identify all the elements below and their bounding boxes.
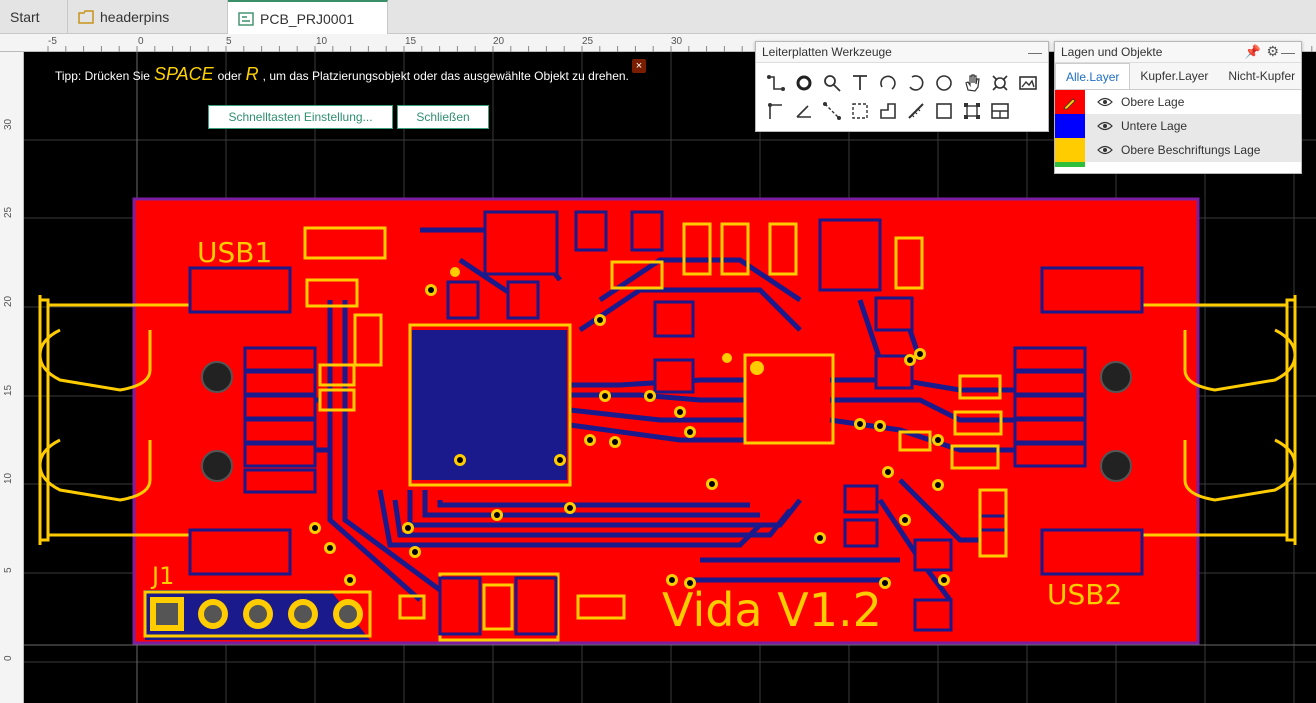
pcb-icon	[238, 11, 254, 26]
measure-tool-icon[interactable]	[902, 97, 930, 125]
pin-icon[interactable]: 📌	[1245, 44, 1261, 60]
tip-close-button[interactable]: ×	[632, 59, 646, 73]
ruler-label: 30	[3, 118, 14, 130]
ruler-label: 10	[316, 36, 328, 47]
layers-header[interactable]: Lagen und Objekte 📌 ⚙ —	[1055, 42, 1301, 63]
angle-tool-icon[interactable]	[790, 97, 818, 125]
rotate-tip: Tipp: Drücken Sie SPACE oder R , um das …	[55, 64, 629, 85]
minimize-icon[interactable]: —	[1028, 44, 1042, 60]
track-tool-icon[interactable]	[762, 69, 790, 97]
close-tip-button[interactable]: Schließen	[397, 105, 489, 129]
layers-panel: Lagen und Objekte 📌 ⚙ — Alle.Layer Kupfe…	[1054, 41, 1302, 174]
ruler-label: 20	[493, 36, 505, 47]
tip-prefix: Tipp: Drücken Sie	[55, 69, 150, 83]
arc2-tool-icon[interactable]	[902, 69, 930, 97]
ruler-label: 0	[138, 36, 144, 47]
pan-tool-icon[interactable]	[958, 69, 986, 97]
ruler-label: 25	[3, 206, 14, 218]
layer-color-swatch[interactable]	[1055, 114, 1085, 138]
route-tool-icon[interactable]	[762, 97, 790, 125]
tab-copper-layers[interactable]: Kupfer.Layer	[1130, 63, 1218, 89]
label-board-name: Vida V1.2	[662, 583, 882, 637]
tip-key-r: R	[245, 64, 259, 84]
shortcut-settings-button[interactable]: Schnelltasten Einstellung...	[208, 105, 393, 129]
copper-area-tool-icon[interactable]	[846, 97, 874, 125]
ruler-label: 5	[3, 567, 14, 573]
layer-name: Obere Beschriftungs Lage	[1121, 143, 1261, 157]
ruler-left: 30 25 20 15 10 5 0	[0, 52, 24, 703]
folder-icon	[78, 10, 94, 24]
eye-icon[interactable]	[1097, 121, 1113, 131]
eye-icon[interactable]	[1097, 145, 1113, 155]
label-j1: J1	[150, 562, 174, 590]
layer-color-swatch[interactable]	[1055, 90, 1085, 114]
minimize-icon[interactable]: —	[1281, 44, 1295, 60]
ruler-label: 15	[405, 36, 417, 47]
pencil-icon	[1063, 98, 1076, 110]
rect-tool-icon[interactable]	[930, 97, 958, 125]
tab-non-copper[interactable]: Nicht-Kupfer	[1218, 63, 1305, 89]
tab-start-label: Start	[10, 9, 40, 25]
ruler-label: 10	[3, 472, 14, 484]
ruler-label: 5	[226, 36, 232, 47]
via-tool-icon[interactable]	[818, 69, 846, 97]
tab-bar: Start headerpins PCB_PRJ0001	[0, 0, 1316, 35]
gear-icon[interactable]: ⚙	[1266, 43, 1279, 60]
ruler-label: -5	[48, 36, 57, 47]
layer-name: Obere Lage	[1121, 95, 1185, 109]
tab-pcb-project[interactable]: PCB_PRJ0001	[228, 0, 388, 35]
layer-row-top[interactable]: Obere Lage	[1055, 90, 1301, 114]
eye-icon[interactable]	[1097, 97, 1113, 107]
pcb-tools-title: Leiterplatten Werkzeuge	[762, 45, 892, 59]
layer-tabs: Alle.Layer Kupfer.Layer Nicht-Kupfer	[1055, 63, 1301, 90]
connect-tool-icon[interactable]	[818, 97, 846, 125]
ruler-label: 20	[3, 295, 14, 307]
circle-tool-icon[interactable]	[930, 69, 958, 97]
ruler-label: 15	[3, 384, 14, 396]
pcb-tools-panel: Leiterplatten Werkzeuge —	[755, 41, 1049, 132]
tools-grid	[756, 63, 1048, 131]
tab-pcb-project-label: PCB_PRJ0001	[260, 10, 355, 27]
ruler-label: 30	[671, 36, 683, 47]
tab-all-layers[interactable]: Alle.Layer	[1055, 63, 1131, 89]
layers-title: Lagen und Objekte	[1061, 45, 1163, 59]
text-tool-icon[interactable]	[846, 69, 874, 97]
layer-color-swatch[interactable]	[1055, 138, 1085, 162]
tip-key-space: SPACE	[153, 64, 214, 84]
layer-row-bottom[interactable]: Untere Lage	[1055, 114, 1301, 138]
solid-region-tool-icon[interactable]	[874, 97, 902, 125]
arc-tool-icon[interactable]	[874, 69, 902, 97]
layer-name: Untere Lage	[1121, 119, 1188, 133]
tab-start[interactable]: Start	[0, 0, 68, 34]
canvas-tool-icon[interactable]	[986, 97, 1014, 125]
pcb-tools-header[interactable]: Leiterplatten Werkzeuge —	[756, 42, 1048, 63]
hole-tool-icon[interactable]	[986, 69, 1014, 97]
tab-headerpins-label: headerpins	[100, 9, 170, 25]
label-usb1: USB1	[197, 236, 272, 269]
label-usb2: USB2	[1047, 578, 1122, 611]
tip-suffix: , um das Platzierungsobjekt oder das aus…	[262, 69, 629, 83]
tab-headerpins[interactable]: headerpins	[68, 0, 228, 34]
layer-row-top-silk[interactable]: Obere Beschriftungs Lage	[1055, 138, 1301, 162]
ruler-label: 25	[582, 36, 594, 47]
ruler-label: 0	[3, 655, 14, 661]
pad-tool-icon[interactable]	[790, 69, 818, 97]
image-tool-icon[interactable]	[1014, 69, 1042, 97]
group-tool-icon[interactable]	[958, 97, 986, 125]
layer-color-swatch-partial	[1055, 162, 1085, 167]
tip-middle: oder	[217, 69, 242, 83]
